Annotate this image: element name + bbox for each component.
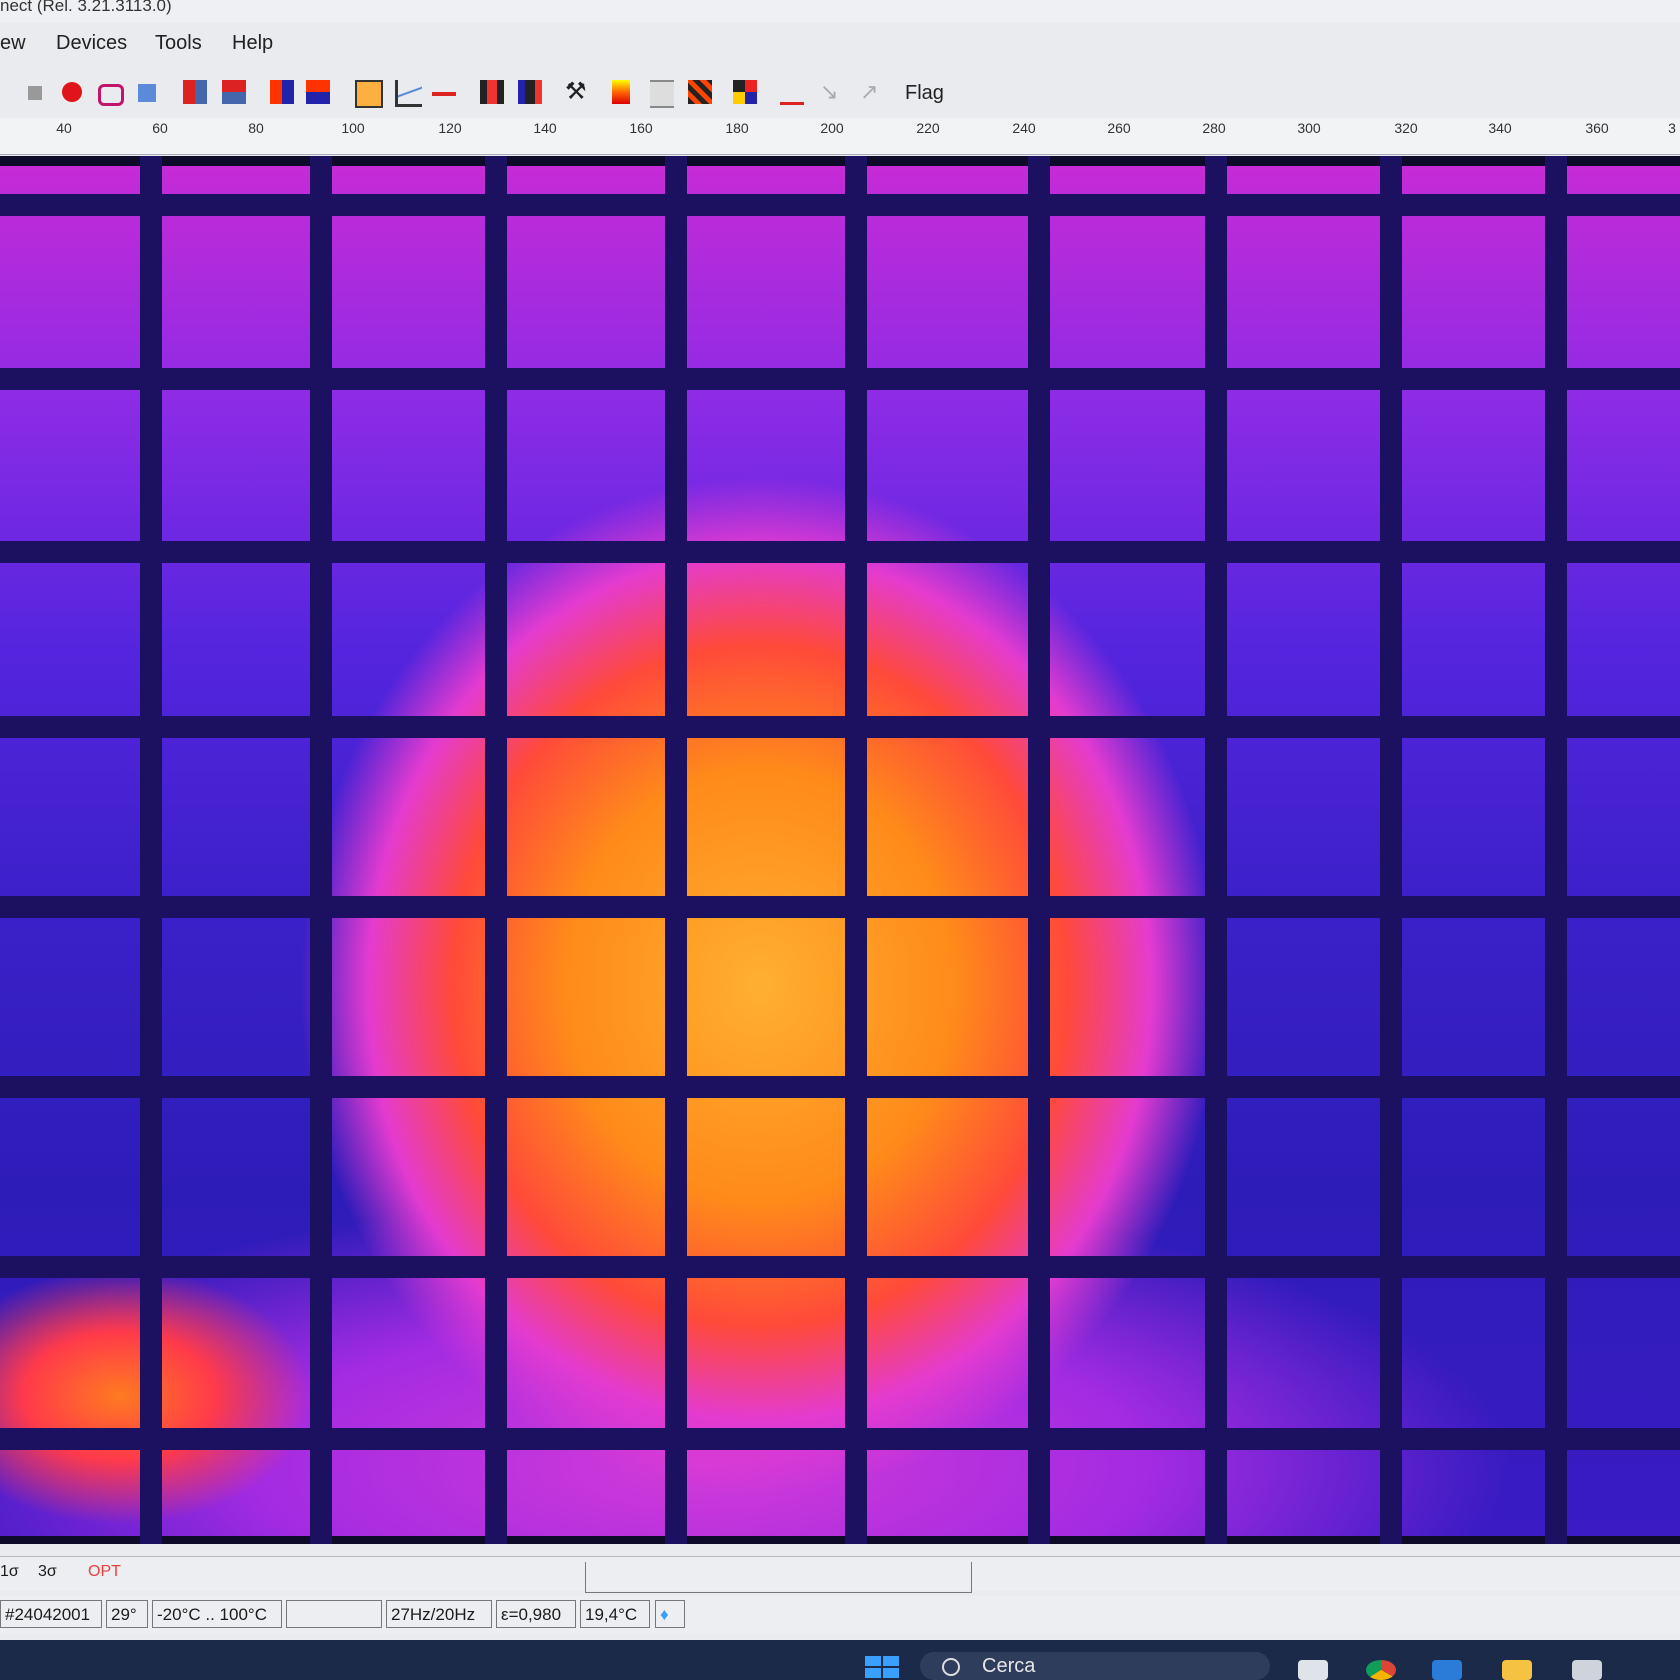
device-serial: #24042001 bbox=[0, 1600, 102, 1628]
histogram-icon[interactable] bbox=[518, 80, 542, 104]
cage-bar bbox=[310, 156, 332, 1544]
ruler-label: 200 bbox=[820, 120, 844, 136]
status-bar: #24042001 29° -20°C .. 100°C 27Hz/20Hz ε… bbox=[0, 1596, 1680, 1634]
palette-icon[interactable] bbox=[270, 80, 294, 104]
app-icon[interactable] bbox=[1572, 1660, 1602, 1680]
cage-bar bbox=[1380, 156, 1402, 1544]
record-icon[interactable] bbox=[62, 82, 82, 102]
cage-bar bbox=[1545, 156, 1567, 1544]
align-icon[interactable] bbox=[650, 80, 674, 108]
measure-icon[interactable] bbox=[780, 90, 804, 105]
palette2-icon[interactable] bbox=[306, 80, 330, 104]
tools-icon[interactable]: ⚒ bbox=[565, 80, 589, 104]
grid-icon[interactable] bbox=[733, 80, 757, 104]
menu-help[interactable]: Help bbox=[232, 32, 273, 55]
window-title: nect (Rel. 3.21.3113.0) bbox=[0, 0, 172, 15]
layout2-icon[interactable] bbox=[222, 80, 246, 104]
ruler-label: 240 bbox=[1012, 120, 1036, 136]
ruler-label: 100 bbox=[341, 120, 365, 136]
arrow-icon[interactable]: ↘ bbox=[820, 80, 844, 104]
cage-bar bbox=[1028, 156, 1050, 1544]
field-of-view: 29° bbox=[106, 1600, 148, 1628]
search-placeholder: Cerca bbox=[982, 1655, 1036, 1677]
copy-icon[interactable] bbox=[138, 84, 156, 102]
ruler-label: 160 bbox=[629, 120, 653, 136]
edge-icon[interactable] bbox=[1432, 1660, 1462, 1680]
camera-icon[interactable] bbox=[98, 84, 124, 106]
profile-icon[interactable] bbox=[480, 80, 504, 104]
title-bar: nect (Rel. 3.21.3113.0) bbox=[0, 0, 1680, 22]
toolbar: ⚒ ↘ ↗ Flag bbox=[0, 72, 1680, 118]
ruler-label: 80 bbox=[248, 120, 264, 136]
taskbar-search[interactable]: Cerca bbox=[920, 1652, 1270, 1680]
menu-devices[interactable]: Devices bbox=[56, 32, 127, 55]
ruler-label: 3 bbox=[1668, 120, 1676, 136]
taskbar: Cerca bbox=[0, 1640, 1680, 1680]
ruler-label: 300 bbox=[1297, 120, 1321, 136]
frame-rate: 27Hz/20Hz bbox=[386, 1600, 492, 1628]
cage-bar bbox=[1205, 156, 1227, 1544]
graph-icon[interactable] bbox=[395, 80, 422, 107]
folder-icon[interactable] bbox=[1502, 1660, 1532, 1680]
temperature-range: -20°C .. 100°C bbox=[152, 1600, 282, 1628]
line-icon[interactable] bbox=[432, 92, 456, 96]
ruler-label: 360 bbox=[1585, 120, 1609, 136]
arrow2-icon[interactable]: ↗ bbox=[860, 80, 884, 104]
cage-bar bbox=[0, 541, 1680, 563]
menu-bar: ew Devices Tools Help bbox=[0, 28, 1680, 64]
windows-start-icon[interactable] bbox=[865, 1656, 901, 1680]
cage-bar bbox=[665, 156, 687, 1544]
status-empty bbox=[286, 1600, 382, 1628]
hazard-icon[interactable] bbox=[688, 80, 712, 104]
opt-toggle[interactable]: OPT bbox=[88, 1563, 121, 1581]
stop-icon[interactable] bbox=[28, 86, 42, 100]
cage-bar bbox=[845, 156, 867, 1544]
flag-button[interactable]: Flag bbox=[905, 82, 944, 105]
ruler-label: 260 bbox=[1107, 120, 1131, 136]
menu-view[interactable]: ew bbox=[0, 32, 26, 55]
cage-bar bbox=[0, 1428, 1680, 1450]
cage-bar bbox=[0, 368, 1680, 390]
export-icon[interactable] bbox=[355, 80, 383, 108]
cage-bar bbox=[0, 194, 1680, 216]
ruler-label: 120 bbox=[438, 120, 462, 136]
colorbar-icon[interactable] bbox=[612, 80, 630, 104]
cage-bar bbox=[140, 156, 162, 1544]
chrome-icon[interactable] bbox=[1366, 1660, 1396, 1680]
sigma3-toggle[interactable]: 3σ bbox=[38, 1563, 57, 1581]
ruler-label: 340 bbox=[1488, 120, 1512, 136]
thermal-image-view[interactable] bbox=[0, 156, 1680, 1544]
cage-bar bbox=[0, 1076, 1680, 1098]
ruler-label: 280 bbox=[1202, 120, 1226, 136]
cage-bar bbox=[0, 896, 1680, 918]
cage-bar bbox=[0, 1256, 1680, 1278]
sigma1-toggle[interactable]: 1σ bbox=[0, 1563, 19, 1581]
ambient-temperature: 19,4°C bbox=[580, 1600, 650, 1628]
ruler-label: 60 bbox=[152, 120, 168, 136]
ruler-label: 140 bbox=[533, 120, 557, 136]
layout-icon[interactable] bbox=[183, 80, 207, 104]
search-icon bbox=[942, 1658, 960, 1676]
menu-tools[interactable]: Tools bbox=[155, 32, 202, 55]
horizontal-scrollbar[interactable] bbox=[585, 1562, 972, 1593]
emissivity: ε=0,980 bbox=[496, 1600, 576, 1628]
cage-bar bbox=[0, 716, 1680, 738]
ruler-label: 320 bbox=[1394, 120, 1418, 136]
ruler-label: 220 bbox=[916, 120, 940, 136]
ruler-label: 180 bbox=[725, 120, 749, 136]
taskview-icon[interactable] bbox=[1298, 1660, 1328, 1680]
ruler-label: 40 bbox=[56, 120, 72, 136]
cage-bar bbox=[485, 156, 507, 1544]
pin-icon[interactable]: ♦ bbox=[655, 1600, 685, 1628]
ruler: 40 60 80 100 120 140 160 180 200 220 240… bbox=[0, 118, 1680, 155]
